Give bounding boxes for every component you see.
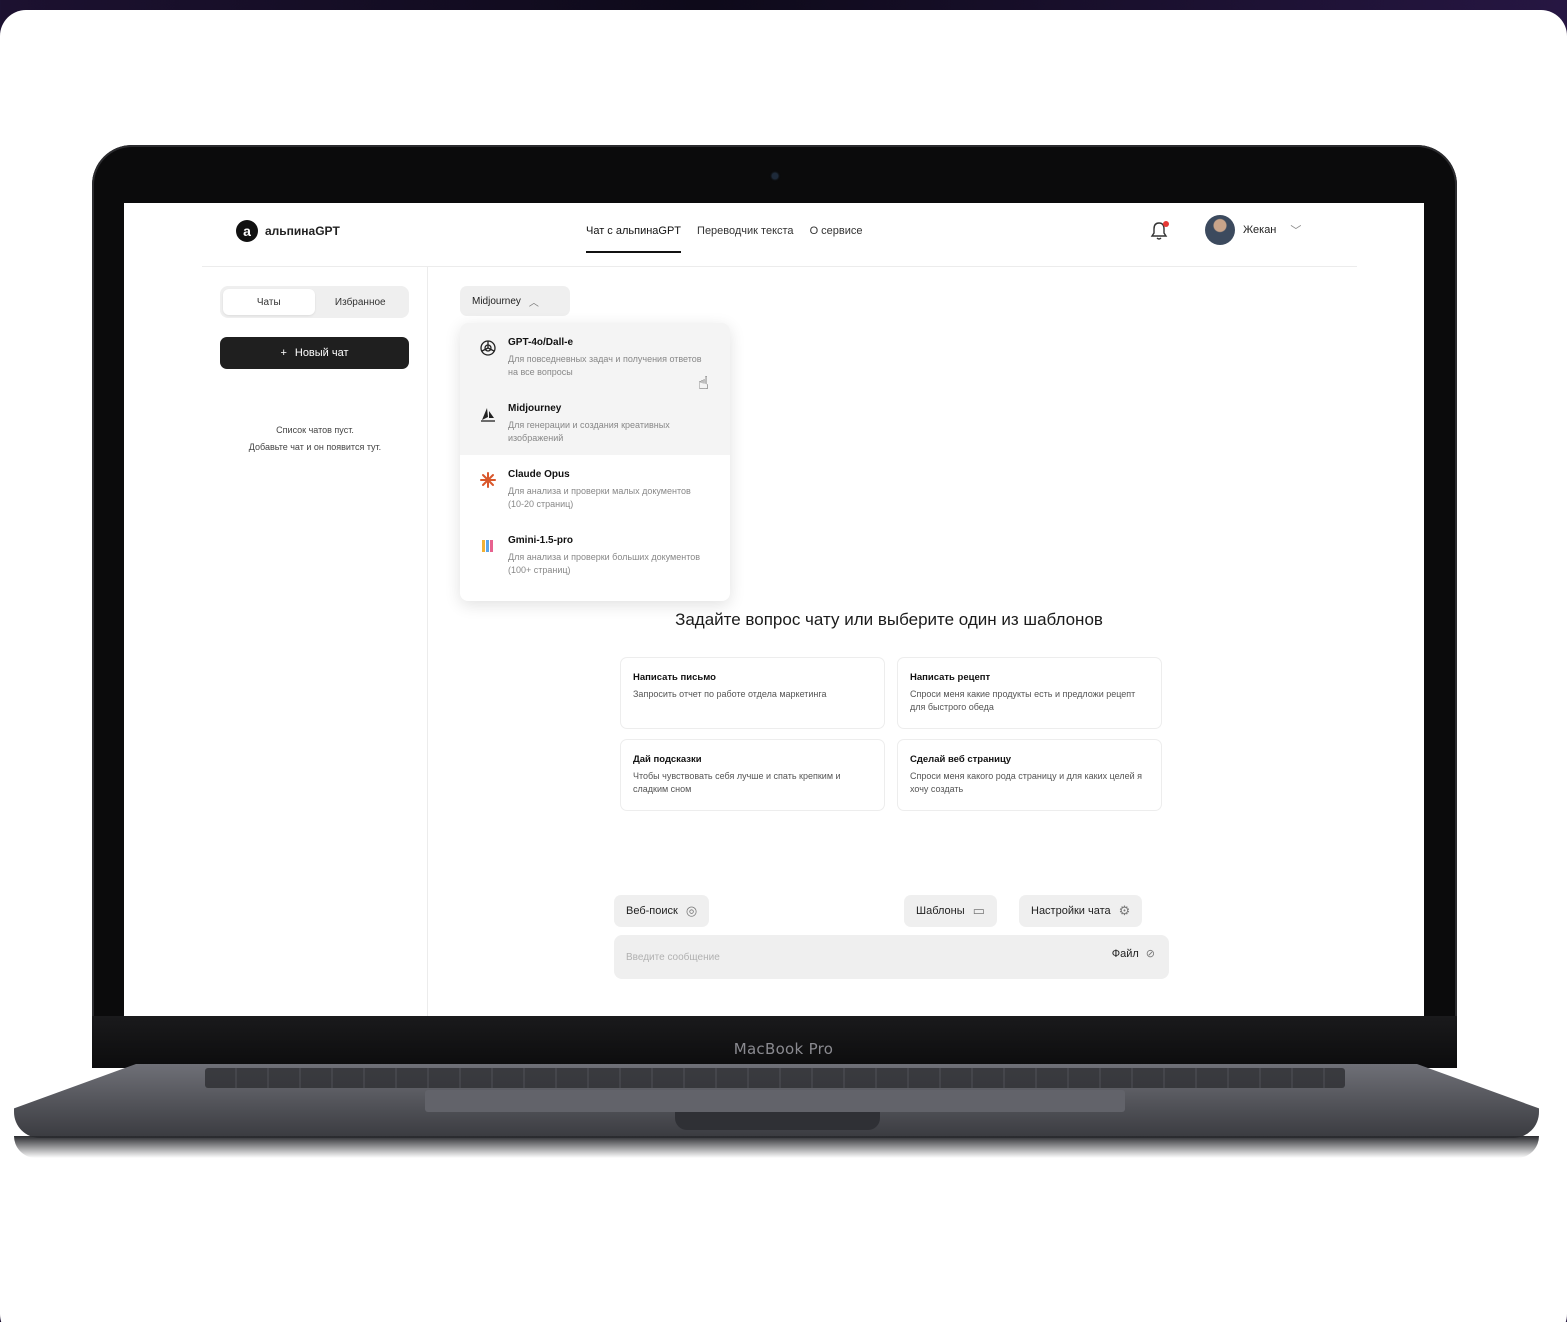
empty-chat-list: Список чатов пуст. Добавьте чат и он поя… bbox=[202, 422, 428, 456]
model-option-desc: Для анализа и проверки больших документо… bbox=[508, 552, 700, 575]
template-title: Сделай веб страницу bbox=[910, 754, 1012, 765]
chevron-down-icon: ﹀ bbox=[1290, 225, 1302, 237]
web-search-label: Веб-поиск bbox=[626, 905, 678, 917]
gear-icon: ⚙ bbox=[1118, 903, 1131, 918]
nav-translator[interactable]: Переводчик текста bbox=[697, 203, 794, 267]
sidebar: Чаты Избранное + Новый чат Список чатов … bbox=[202, 267, 428, 1016]
message-input[interactable] bbox=[626, 947, 1046, 967]
model-option-gemini[interactable]: Gmini-1.5-pro Для анализа и проверки бол… bbox=[460, 521, 730, 587]
tab-chats[interactable]: Чаты bbox=[223, 289, 315, 315]
template-desc: Спроси меня какие продукты есть и предло… bbox=[910, 689, 1136, 712]
template-title: Написать рецепт bbox=[910, 672, 991, 683]
logo-mark: а bbox=[236, 220, 258, 242]
model-option-desc: Для повседневных задач и получения ответ… bbox=[508, 354, 702, 377]
nav-chat[interactable]: Чат с альпинаGPT bbox=[586, 203, 682, 267]
model-option-desc: Для генерации и создания креативных изоб… bbox=[508, 420, 670, 443]
keyboard bbox=[205, 1068, 1345, 1088]
model-option-title: Claude Opus bbox=[508, 469, 570, 480]
template-desc: Чтобы чувствовать себя лучше и спать кре… bbox=[633, 771, 841, 794]
new-chat-button[interactable]: + Новый чат bbox=[220, 337, 409, 369]
plus-icon: + bbox=[280, 347, 287, 359]
notification-dot bbox=[1163, 221, 1169, 227]
template-card-letter[interactable]: Написать письмо Запросить отчет по работ… bbox=[620, 657, 885, 729]
opening-notch bbox=[675, 1112, 880, 1130]
avatar bbox=[1205, 215, 1235, 245]
paperclip-icon: ⊘ bbox=[1145, 948, 1155, 960]
nav-about[interactable]: О сервисе bbox=[810, 203, 863, 267]
laptop-screen: а альпинаGPT Чат с альпинаGPT Переводчик… bbox=[124, 203, 1424, 1016]
hand-cursor-icon: ☝ bbox=[698, 373, 709, 393]
trackpad bbox=[425, 1090, 1125, 1112]
midjourney-icon bbox=[478, 404, 498, 424]
template-desc: Спроси меня какого рода страницу и для к… bbox=[910, 771, 1143, 794]
attach-file-button[interactable]: Файл ⊘ bbox=[1111, 947, 1155, 961]
user-menu[interactable]: Жекан ﹀ bbox=[1205, 215, 1301, 245]
template-card-recipe[interactable]: Написать рецепт Спроси меня какие продук… bbox=[897, 657, 1162, 729]
openai-icon bbox=[478, 338, 498, 358]
message-composer: Файл ⊘ bbox=[614, 935, 1169, 979]
model-dropdown: GPT-4o/Dall-e Для повседневных задач и п… bbox=[460, 323, 730, 601]
template-title: Дай подсказки bbox=[633, 754, 702, 765]
templates-button[interactable]: Шаблоны ▭ bbox=[904, 895, 997, 927]
template-title: Написать письмо bbox=[633, 672, 716, 683]
model-option-title: GPT-4o/Dall-e bbox=[508, 337, 574, 348]
chevron-up-icon: ︿ bbox=[528, 297, 539, 309]
page-title: Задайте вопрос чату или выберите один из… bbox=[675, 610, 1103, 629]
model-select[interactable]: Midjourney ︿ bbox=[460, 286, 570, 316]
notification-bell-icon[interactable] bbox=[1150, 221, 1169, 241]
user-name: Жекан bbox=[1243, 224, 1277, 236]
note-icon: ▭ bbox=[972, 903, 985, 918]
file-label: Файл bbox=[1111, 947, 1139, 960]
empty-line-2: Добавьте чат и он появится тут. bbox=[248, 442, 382, 452]
logo-text: альпинаGPT bbox=[265, 224, 340, 238]
model-option-desc: Для анализа и проверки малых документов … bbox=[508, 486, 691, 509]
chat-settings-button[interactable]: Настройки чата ⚙ bbox=[1019, 895, 1143, 927]
webcam bbox=[772, 173, 778, 179]
model-select-value: Midjourney bbox=[472, 295, 521, 307]
gemini-icon bbox=[478, 536, 498, 556]
top-bar: а альпинаGPT Чат с альпинаGPT Переводчик… bbox=[202, 203, 1357, 267]
empty-line-1: Список чатов пуст. bbox=[276, 425, 354, 435]
model-option-claude[interactable]: Claude Opus Для анализа и проверки малых… bbox=[460, 455, 730, 521]
globe-icon: ◎ bbox=[685, 903, 698, 918]
chat-settings-label: Настройки чата bbox=[1031, 905, 1111, 917]
template-desc: Запросить отчет по работе отдела маркети… bbox=[633, 689, 827, 699]
tab-favorites[interactable]: Избранное bbox=[315, 289, 407, 315]
sidebar-tabs: Чаты Избранное bbox=[220, 286, 409, 318]
model-option-title: Gmini-1.5-pro bbox=[508, 535, 574, 546]
new-chat-label: Новый чат bbox=[294, 347, 349, 359]
claude-icon bbox=[478, 470, 498, 490]
template-card-webpage[interactable]: Сделай веб страницу Спроси меня какого р… bbox=[897, 739, 1162, 811]
main-nav: Чат с альпинаGPT Переводчик текста О сер… bbox=[586, 203, 863, 267]
device-brand-label: MacBook Pro bbox=[733, 1040, 834, 1058]
model-option-gpt4o[interactable]: GPT-4o/Dall-e Для повседневных задач и п… bbox=[460, 323, 730, 389]
templates-label: Шаблоны bbox=[916, 905, 965, 917]
model-option-midjourney[interactable]: Midjourney Для генерации и создания креа… bbox=[460, 389, 730, 455]
app-logo[interactable]: а альпинаGPT bbox=[236, 220, 340, 242]
base-shadow bbox=[14, 1136, 1539, 1158]
model-option-title: Midjourney bbox=[508, 403, 562, 414]
web-search-button[interactable]: Веб-поиск ◎ bbox=[614, 895, 710, 927]
template-card-tips[interactable]: Дай подсказки Чтобы чувствовать себя луч… bbox=[620, 739, 885, 811]
